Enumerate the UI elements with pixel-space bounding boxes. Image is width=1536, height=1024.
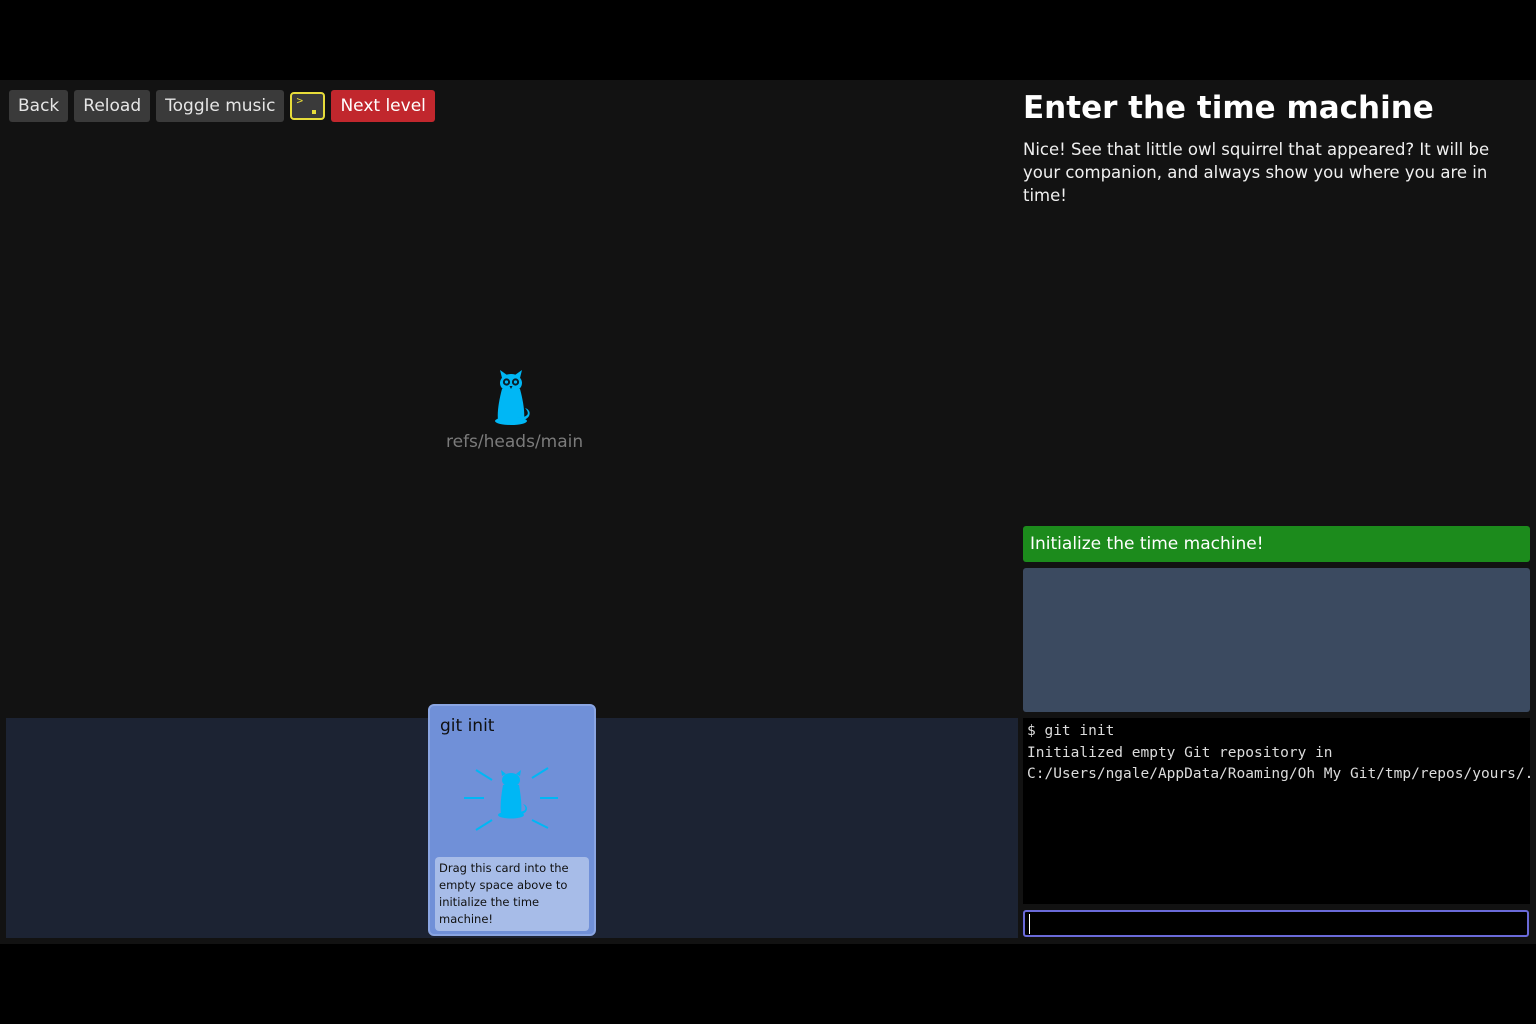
next-level-button[interactable]: Next level: [331, 90, 435, 122]
toggle-music-button[interactable]: Toggle music: [156, 90, 285, 122]
terminal-cursor-icon: [312, 110, 317, 114]
terminal-toggle-button[interactable]: >: [290, 92, 326, 120]
toolbar: Back Reload Toggle music > Next level: [9, 90, 435, 122]
head-ref-label: refs/heads/main: [446, 432, 584, 452]
terminal-input[interactable]: [1023, 910, 1529, 937]
terminal-output: $ git init Initialized empty Git reposit…: [1023, 718, 1530, 904]
terminal-icon: >: [296, 94, 304, 107]
text-cursor: [1029, 914, 1030, 934]
owl-squirrel-icon: [495, 370, 530, 425]
info-box: [1023, 568, 1530, 712]
level-panel: Enter the time machine Nice! See that li…: [1023, 80, 1530, 944]
game-window: Back Reload Toggle music > Next level re…: [0, 80, 1536, 944]
goal-status: Initialize the time machine!: [1023, 526, 1530, 562]
head-ref[interactable]: refs/heads/main: [446, 370, 584, 452]
git-init-card[interactable]: git init Drag this card into the empty s…: [428, 704, 596, 936]
level-title: Enter the time machine: [1023, 90, 1434, 126]
owl-squirrel-burst-icon: [464, 767, 558, 831]
reload-button[interactable]: Reload: [74, 90, 151, 122]
level-description: Nice! See that little owl squirrel that …: [1023, 140, 1490, 205]
card-title: git init: [440, 716, 495, 736]
commit-graph[interactable]: refs/heads/main: [6, 130, 1018, 718]
back-button[interactable]: Back: [9, 90, 69, 122]
card-description: Drag this card into the empty space abov…: [435, 857, 589, 931]
